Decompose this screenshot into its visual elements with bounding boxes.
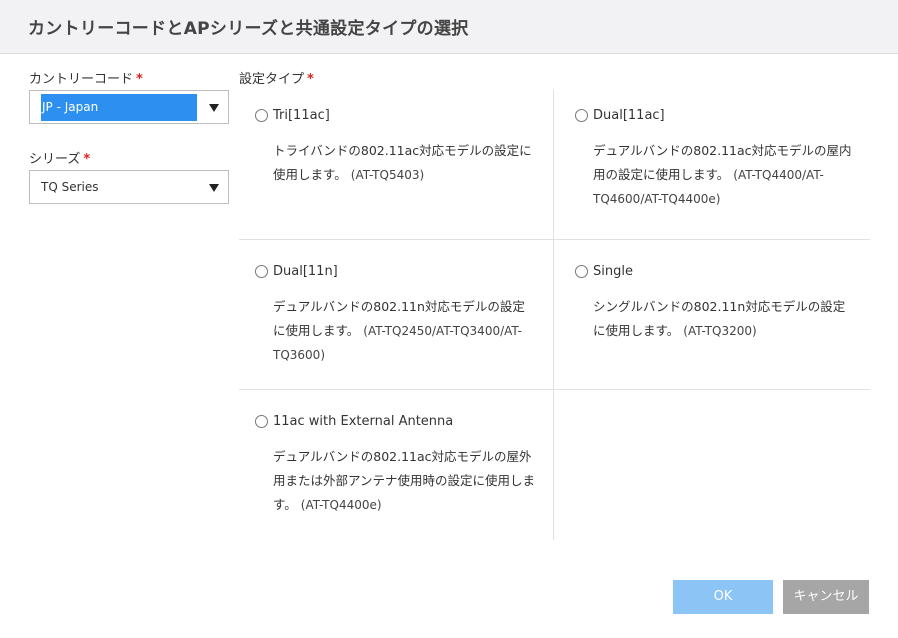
option-title: Tri[11ac] xyxy=(273,108,330,123)
dialog-header: カントリーコードとAPシリーズと共通設定タイプの選択 xyxy=(0,0,898,54)
radio-button[interactable] xyxy=(255,109,268,122)
radio-button[interactable] xyxy=(255,415,268,428)
option-title: 11ac with External Antenna xyxy=(273,414,454,429)
required-mark: * xyxy=(83,152,91,167)
country-code-label: カントリーコード * xyxy=(29,68,143,87)
option-description: トライバンドの802.11ac対応モデルの設定に使用します。 (AT-TQ5403… xyxy=(273,139,535,187)
option-description: デュアルバンドの802.11n対応モデルの設定に使用します。 (AT-TQ2450… xyxy=(273,295,535,367)
required-mark: * xyxy=(307,72,314,87)
series-label-text: シリーズ xyxy=(29,152,81,167)
radio-button[interactable] xyxy=(575,265,588,278)
divider xyxy=(239,389,870,390)
required-mark: * xyxy=(136,72,143,87)
caret-down-icon[interactable] xyxy=(209,184,219,192)
option-title: Single xyxy=(593,264,633,279)
option-title: Dual[11n] xyxy=(273,264,338,279)
country-code-select[interactable]: JP - Japan xyxy=(29,90,229,124)
divider xyxy=(553,90,554,540)
option-models: (AT-TQ4400e) xyxy=(300,498,382,512)
settings-type-label-text: 設定タイプ xyxy=(239,72,305,87)
country-code-label-text: カントリーコード xyxy=(29,72,134,87)
caret-down-icon[interactable] xyxy=(209,104,219,112)
settings-type-grid: Tri[11ac] トライバンドの802.11ac対応モデルの設定に使用します。… xyxy=(239,90,870,540)
series-select[interactable]: TQ Series xyxy=(29,170,229,204)
series-label: シリーズ * xyxy=(29,148,90,167)
option-description: デュアルバンドの802.11ac対応モデルの屋外用または外部アンテナ使用時の設定… xyxy=(273,445,535,517)
option-models: (AT-TQ5403) xyxy=(350,168,425,182)
series-value: TQ Series xyxy=(41,180,99,194)
selected-highlight: JP - Japan xyxy=(41,94,197,121)
radio-button[interactable] xyxy=(255,265,268,278)
divider xyxy=(239,239,870,240)
ok-button[interactable]: OK xyxy=(673,580,773,614)
option-description: デュアルバンドの802.11ac対応モデルの屋内用の設定に使用します。 (AT-T… xyxy=(593,139,855,211)
radio-button[interactable] xyxy=(575,109,588,122)
option-title: Dual[11ac] xyxy=(593,108,665,123)
dialog-title: カントリーコードとAPシリーズと共通設定タイプの選択 xyxy=(28,19,469,39)
cancel-button[interactable]: キャンセル xyxy=(783,580,869,614)
option-models: (AT-TQ3200) xyxy=(683,324,757,338)
country-code-value: JP - Japan xyxy=(42,100,99,114)
settings-type-label: 設定タイプ * xyxy=(239,68,314,87)
option-description: シングルバンドの802.11n対応モデルの設定に使用します。 (AT-TQ3200… xyxy=(593,295,855,343)
